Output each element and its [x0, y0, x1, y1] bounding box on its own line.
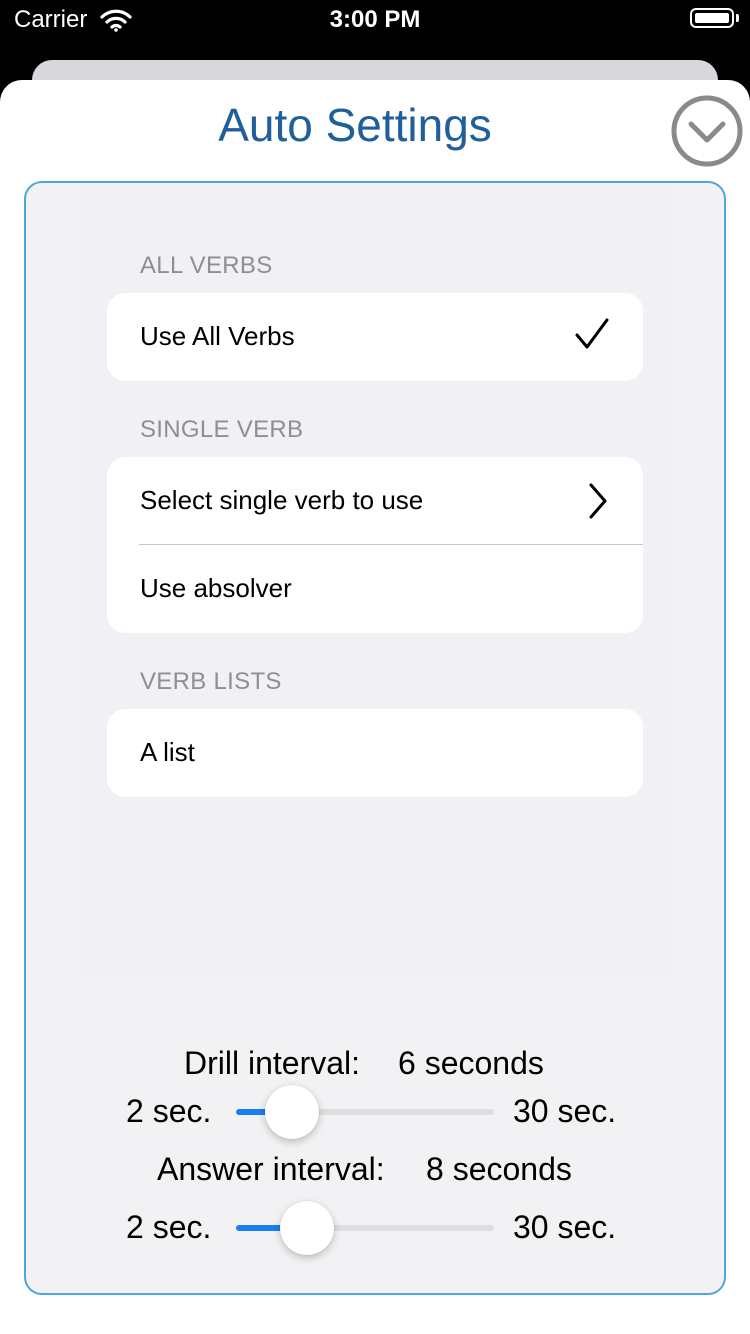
section-header-all-verbs: ALL VERBS — [140, 252, 273, 279]
select-single-verb-label: Select single verb to use — [140, 485, 424, 515]
a-list-label: A list — [140, 737, 195, 767]
status-bar: Carrier 3:00 PM — [0, 0, 750, 60]
drill-interval-slider[interactable] — [236, 1085, 494, 1139]
answer-max-label: 30 sec. — [513, 1209, 617, 1245]
group-all-verbs: Use All Verbs — [107, 293, 643, 381]
group-verb-lists: A list — [107, 709, 643, 797]
answer-slider-thumb[interactable] — [279, 1201, 334, 1255]
use-absolver-label: Use absolver — [140, 573, 292, 603]
checkmark-icon — [574, 317, 610, 359]
status-time: 3:00 PM — [329, 6, 421, 33]
battery-icon — [690, 8, 734, 28]
chevron-right-icon — [585, 481, 611, 526]
answer-interval-slider[interactable] — [236, 1201, 494, 1255]
answer-interval-value: 8 seconds — [426, 1151, 572, 1187]
section-header-verb-lists: VERB LISTS — [140, 668, 282, 695]
chevron-down-circle-icon — [671, 95, 743, 167]
answer-min-label: 2 sec. — [126, 1209, 212, 1245]
group-single-verb: Select single verb to use Use absolver — [107, 457, 643, 633]
drill-min-label: 2 sec. — [126, 1093, 212, 1129]
a-list-cell[interactable]: A list — [107, 709, 643, 797]
dismiss-button[interactable] — [671, 95, 743, 167]
page-title: Auto Settings — [218, 99, 492, 151]
use-absolver-cell[interactable]: Use absolver — [107, 545, 643, 633]
battery-cap — [736, 14, 739, 22]
use-all-verbs-label: Use All Verbs — [140, 321, 295, 351]
select-single-verb-cell[interactable]: Select single verb to use — [107, 457, 643, 545]
answer-interval-label: Answer interval: — [157, 1151, 385, 1187]
drill-max-label: 30 sec. — [513, 1093, 617, 1129]
drill-interval-value: 6 seconds — [398, 1045, 544, 1081]
drill-slider-thumb[interactable] — [265, 1085, 320, 1139]
use-all-verbs-cell[interactable]: Use All Verbs — [107, 293, 643, 381]
section-header-single-verb: SINGLE VERB — [140, 416, 304, 443]
drill-interval-label: Drill interval: — [184, 1045, 361, 1081]
